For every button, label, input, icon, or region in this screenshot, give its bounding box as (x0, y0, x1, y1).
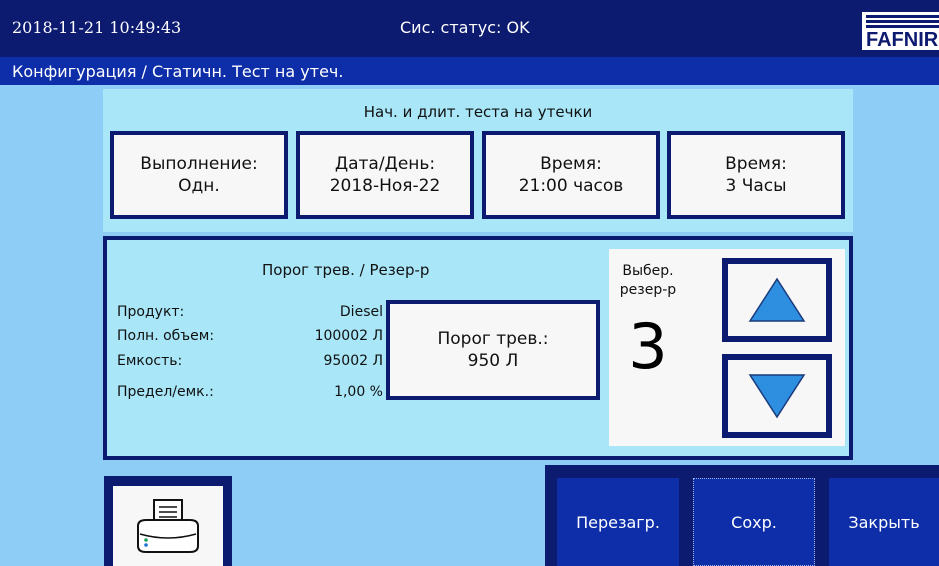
tank-down-button[interactable] (722, 354, 832, 438)
product-label: Продукт: (117, 304, 185, 320)
duration-button[interactable]: Время: 3 Часы (667, 131, 845, 219)
date-button[interactable]: Дата/День: 2018-Ноя-22 (296, 131, 474, 219)
down-arrow-icon (748, 374, 806, 419)
duration-label: Время: (725, 154, 787, 174)
full-volume-value: 100002 Л (314, 328, 383, 344)
reload-button[interactable]: Перезагр. (557, 478, 679, 566)
breadcrumb: Конфигурация / Статичн. Тест на утеч. (0, 57, 939, 85)
tank-threshold-title: Порог трев. / Резер-р (262, 261, 430, 279)
alarm-threshold-label: Порог трев.: (437, 329, 549, 349)
execution-button[interactable]: Выполнение: Одн. (110, 131, 288, 219)
alarm-threshold-value: 950 Л (467, 351, 519, 371)
datetime: 2018-11-21 10:49:43 (12, 18, 182, 37)
product-value: Diesel (339, 304, 383, 320)
limit-label: Предел/емк.: (117, 384, 214, 400)
start-time-button[interactable]: Время: 21:00 часов (482, 131, 660, 219)
full-volume-label: Полн. объем: (117, 328, 215, 344)
tank-up-button[interactable] (722, 258, 832, 342)
alarm-threshold-button[interactable]: Порог трев.: 950 Л (386, 300, 600, 400)
fafnir-logo: FAFNIR (862, 12, 939, 50)
tank-selector-label: Выбер. резер-р (616, 262, 680, 300)
duration-value: 3 Часы (725, 176, 787, 196)
execution-value: Одн. (178, 176, 220, 196)
printer-icon (137, 499, 199, 553)
system-status: Сис. статус: OK (400, 18, 530, 37)
date-value: 2018-Ноя-22 (329, 176, 441, 196)
leak-test-title: Нач. и длит. теста на утечки (363, 103, 593, 121)
selected-tank-number: 3 (628, 310, 668, 383)
capacity-value: 95002 Л (323, 353, 383, 369)
breadcrumb-text: Конфигурация / Статичн. Тест на утеч. (12, 62, 344, 81)
start-time-value: 21:00 часов (518, 176, 624, 196)
close-button[interactable]: Закрыть (829, 478, 939, 566)
logo-text: FAFNIR (866, 29, 939, 50)
top-status-bar: 2018-11-21 10:49:43 Сис. статус: OK FAFN… (0, 0, 939, 57)
date-label: Дата/День: (334, 154, 436, 174)
limit-value: 1,00 % (334, 384, 383, 400)
tank-selector-label-line1: Выбер. (622, 263, 674, 279)
capacity-label: Емкость: (117, 353, 183, 369)
tank-selector-label-line2: резер-р (619, 282, 677, 298)
print-button[interactable] (113, 486, 223, 566)
start-time-label: Время: (540, 154, 602, 174)
execution-label: Выполнение: (140, 154, 258, 174)
up-arrow-icon (748, 277, 806, 322)
save-button[interactable]: Сохр. (693, 478, 815, 566)
